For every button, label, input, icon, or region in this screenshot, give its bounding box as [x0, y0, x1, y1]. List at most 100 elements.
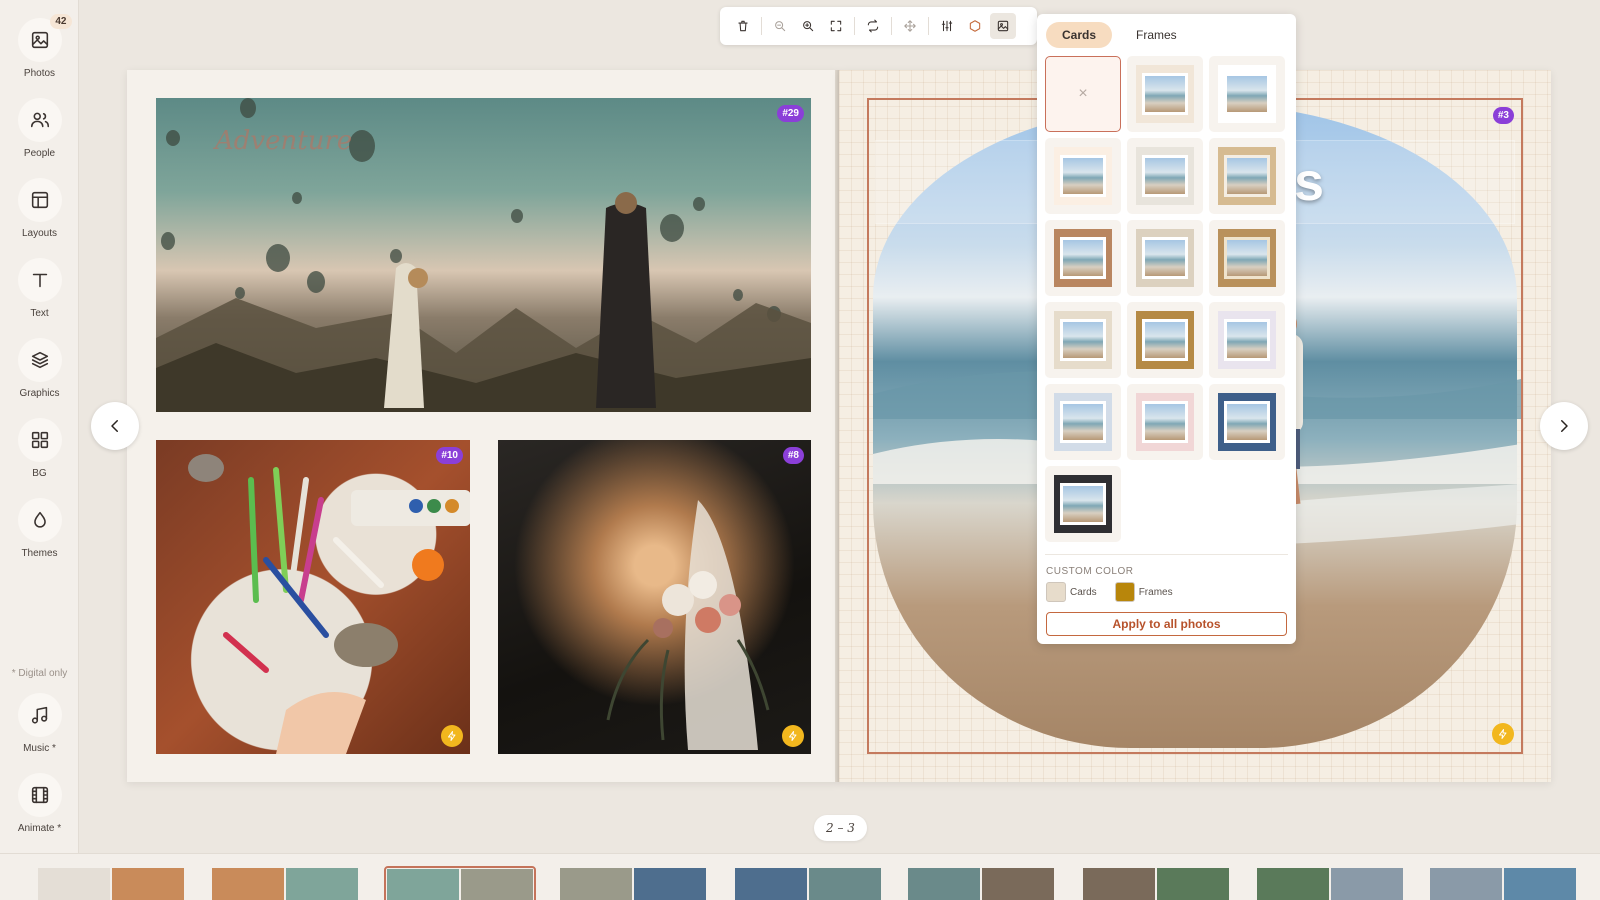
filmstrip-page-thumbnail: [1430, 868, 1502, 900]
filmstrip-spread[interactable]: [908, 868, 1054, 900]
cards-color-swatch[interactable]: [1046, 582, 1066, 602]
frame-option[interactable]: [1127, 138, 1203, 214]
lightning-icon[interactable]: [782, 725, 804, 747]
sidebar-item-label: BG: [32, 468, 47, 479]
tab-frames[interactable]: Frames: [1120, 22, 1193, 48]
frame-option[interactable]: [1127, 220, 1203, 296]
filmstrip-page-thumbnail: [1257, 868, 1329, 900]
filmstrip-spread[interactable]: [560, 868, 706, 900]
sidebar-item-text[interactable]: Text: [0, 258, 79, 319]
filmstrip-page-thumbnail: [1504, 868, 1576, 900]
zoom-in-icon: [803, 21, 814, 32]
next-page-button[interactable]: [1540, 402, 1588, 450]
photo-number-badge: #29: [777, 105, 804, 122]
filmstrip-spread[interactable]: [212, 868, 358, 900]
sliders-icon: [941, 20, 953, 32]
sidebar-item-bg[interactable]: BG: [0, 418, 79, 479]
swap-button[interactable]: [860, 13, 886, 39]
frames-color-swatch[interactable]: [1114, 582, 1135, 602]
frame-thumbnail-photo: [1142, 319, 1188, 361]
trash-icon: [738, 20, 748, 32]
wedding-art: [606, 500, 770, 750]
sidebar-item-music[interactable]: Music *: [0, 693, 79, 754]
frame-option[interactable]: [1045, 138, 1121, 214]
frame-option[interactable]: [1209, 220, 1285, 296]
panel-divider: [1045, 554, 1288, 555]
frame-option[interactable]: [1209, 384, 1285, 460]
move-button[interactable]: [897, 13, 923, 39]
photo-wedding-bouquet[interactable]: #8: [498, 440, 811, 754]
photo-toolbar: [720, 7, 1037, 45]
frame-thumbnail-photo: [1224, 319, 1270, 361]
tab-cards[interactable]: Cards: [1046, 22, 1113, 48]
zoom-out-button[interactable]: [767, 13, 793, 39]
photo-number-badge: #3: [1492, 107, 1514, 124]
toolbar-divider: [854, 17, 855, 35]
frame-option-none[interactable]: ×: [1045, 56, 1121, 132]
previous-page-button[interactable]: [91, 402, 139, 450]
frame-thumbnail-photo: [1060, 237, 1106, 279]
delete-button[interactable]: [730, 13, 756, 39]
photo-art-supplies[interactable]: #10: [156, 440, 470, 754]
page-left[interactable]: #29 Adventure #10 #8: [127, 70, 839, 782]
filmstrip-page-thumbnail: [1157, 868, 1229, 900]
filmstrip-spread[interactable]: [1430, 868, 1576, 900]
sidebar-item-photos[interactable]: 42 Photos: [0, 14, 79, 79]
fit-button[interactable]: [823, 13, 849, 39]
frame-thumbnail-photo: [1060, 155, 1106, 197]
layout-icon: [17, 178, 62, 222]
panel-tabs: Cards Frames: [1046, 22, 1193, 48]
frame-option[interactable]: [1209, 138, 1285, 214]
layers-icon: [17, 338, 62, 382]
move-icon: [904, 20, 916, 32]
filmstrip-page-thumbnail: [212, 868, 284, 900]
frame-option[interactable]: [1045, 384, 1121, 460]
frame-thumbnail-photo: [1142, 155, 1188, 197]
frame-thumbnail-photo: [1224, 401, 1270, 443]
cards-color-label: Cards: [1070, 586, 1097, 598]
custom-color-title: CUSTOM COLOR: [1046, 566, 1134, 577]
frame-option[interactable]: [1045, 302, 1121, 378]
filmstrip-page-thumbnail: [908, 868, 980, 900]
filmstrip-page-thumbnail: [982, 868, 1054, 900]
frame-thumbnail-photo: [1142, 73, 1188, 115]
filmstrip-page-thumbnail: [1083, 868, 1155, 900]
adjust-button[interactable]: [934, 13, 960, 39]
filmstrip-page-thumbnail: [38, 868, 110, 900]
frame-option[interactable]: [1127, 302, 1203, 378]
sidebar-item-label: Music *: [23, 743, 56, 754]
frame-option[interactable]: [1209, 302, 1285, 378]
sidebar: 42 Photos People Layouts Text Graphics B…: [0, 0, 79, 853]
lightning-icon[interactable]: [1492, 723, 1514, 745]
sidebar-item-label: Graphics: [19, 388, 60, 399]
filmstrip-spread[interactable]: [1257, 868, 1403, 900]
filmstrip-spread[interactable]: [735, 868, 881, 900]
filmstrip-spread[interactable]: [384, 866, 536, 900]
frame-option[interactable]: [1045, 466, 1121, 542]
zoom-in-button[interactable]: [795, 13, 821, 39]
sidebar-item-layouts[interactable]: Layouts: [0, 178, 79, 239]
frame-thumbnail: [1054, 393, 1112, 451]
frame-option[interactable]: [1127, 56, 1203, 132]
frame-button[interactable]: [990, 13, 1016, 39]
filmstrip-spread[interactable]: [38, 868, 184, 900]
sidebar-item-graphics[interactable]: Graphics: [0, 338, 79, 399]
drop-icon: [17, 498, 62, 542]
filmstrip-page-thumbnail: [112, 868, 184, 900]
frame-option[interactable]: [1209, 56, 1285, 132]
music-icon: [17, 693, 62, 737]
frame-thumbnail: [1136, 147, 1194, 205]
left-page-title[interactable]: Adventure: [215, 126, 352, 156]
filmstrip-page-thumbnail: [560, 868, 632, 900]
sidebar-item-animate[interactable]: Animate *: [0, 773, 79, 834]
filmstrip-spread[interactable]: [1083, 868, 1229, 900]
frame-option[interactable]: [1045, 220, 1121, 296]
sidebar-item-themes[interactable]: Themes: [0, 498, 79, 559]
apply-to-all-button[interactable]: Apply to all photos: [1046, 612, 1287, 636]
shape-button[interactable]: [962, 13, 988, 39]
lightning-icon[interactable]: [441, 725, 463, 747]
frame-option[interactable]: [1127, 384, 1203, 460]
frame-thumbnail-photo: [1224, 155, 1270, 197]
sidebar-item-people[interactable]: People: [0, 98, 79, 159]
frame-thumbnail-photo: [1060, 401, 1106, 443]
